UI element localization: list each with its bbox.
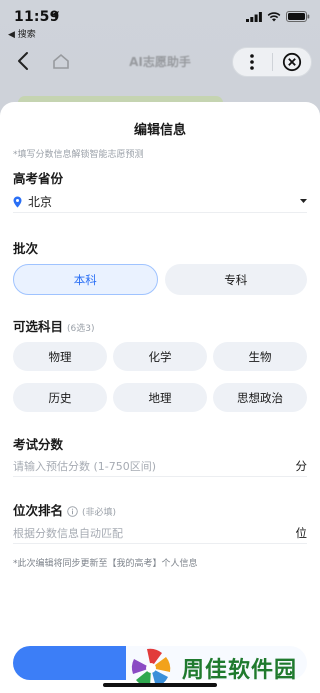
subject-chip-politics[interactable]: 思想政治 bbox=[213, 383, 307, 412]
unlock-hint: *填写分数信息解锁智能志愿预测 bbox=[13, 150, 144, 160]
wifi-icon bbox=[267, 11, 281, 21]
more-dots-icon bbox=[250, 54, 255, 70]
status-indicators bbox=[246, 11, 310, 22]
subjects-label: 可选科目 (6选3) bbox=[13, 316, 95, 335]
batch-options: 本科 专科 bbox=[13, 264, 307, 295]
batch-label: 批次 bbox=[13, 241, 39, 256]
nav-bar: AI志愿助手 bbox=[0, 46, 320, 78]
nav-title: AI志愿助手 bbox=[129, 55, 191, 69]
cellular-signal-icon bbox=[246, 11, 262, 22]
subject-chip-biology[interactable]: 生物 bbox=[213, 342, 307, 371]
subjects-note: (6选3) bbox=[67, 324, 95, 334]
rank-field[interactable]: 根据分数信息自动匹配 位 bbox=[13, 522, 307, 544]
rank-unit: 位 bbox=[295, 525, 308, 540]
sync-note: *此次编辑将同步更新至【我的高考】个人信息 bbox=[13, 559, 198, 569]
subject-chip-chemistry[interactable]: 化学 bbox=[113, 342, 207, 371]
subject-chip-history[interactable]: 历史 bbox=[13, 383, 107, 412]
rank-label-text: 位次排名 bbox=[13, 503, 64, 518]
subject-options: 物理 化学 生物 历史 地理 思想政治 bbox=[13, 342, 307, 412]
watermark-text: 周佳软件园 bbox=[182, 657, 298, 683]
battery-icon bbox=[286, 11, 310, 22]
location-arrow-icon bbox=[51, 11, 59, 19]
batch-option-undergraduate[interactable]: 本科 bbox=[13, 264, 158, 295]
info-icon[interactable] bbox=[67, 506, 78, 517]
score-placeholder: 请输入预估分数 (1-750区间) bbox=[13, 459, 157, 473]
batch-option-junior-college[interactable]: 专科 bbox=[164, 264, 307, 295]
back-to-search-link[interactable]: ◀ 搜索 bbox=[8, 27, 36, 40]
score-field[interactable]: 请输入预估分数 (1-750区间) 分 bbox=[13, 455, 307, 477]
home-icon[interactable] bbox=[52, 52, 70, 70]
subject-chip-physics[interactable]: 物理 bbox=[13, 342, 107, 371]
location-pin-icon bbox=[13, 196, 22, 207]
rank-note: (非必填) bbox=[82, 508, 117, 518]
province-label: 高考省份 bbox=[13, 171, 64, 186]
province-value: 北京 bbox=[28, 195, 53, 209]
back-chevron-icon[interactable] bbox=[14, 50, 34, 72]
dropdown-caret-icon bbox=[300, 199, 307, 203]
rank-placeholder: 根据分数信息自动匹配 bbox=[13, 526, 123, 540]
edit-info-sheet: 编辑信息 *填写分数信息解锁智能志愿预测 高考省份 北京 批次 本科 专科 可选… bbox=[0, 102, 320, 693]
subject-chip-geography[interactable]: 地理 bbox=[113, 383, 207, 412]
score-unit: 分 bbox=[295, 458, 308, 473]
rank-label: 位次排名 (非必填) bbox=[13, 500, 116, 519]
province-select[interactable]: 北京 bbox=[13, 191, 307, 213]
more-button[interactable] bbox=[233, 54, 272, 70]
close-circle-icon bbox=[282, 52, 301, 72]
score-label: 考试分数 bbox=[13, 437, 64, 452]
close-button[interactable] bbox=[272, 52, 311, 72]
sheet-title: 编辑信息 bbox=[133, 123, 186, 138]
status-bar: 11:59 ◀ 搜索 bbox=[0, 0, 320, 44]
home-indicator bbox=[103, 683, 217, 687]
mini-program-capsule bbox=[232, 47, 312, 77]
subjects-label-text: 可选科目 bbox=[13, 319, 64, 334]
